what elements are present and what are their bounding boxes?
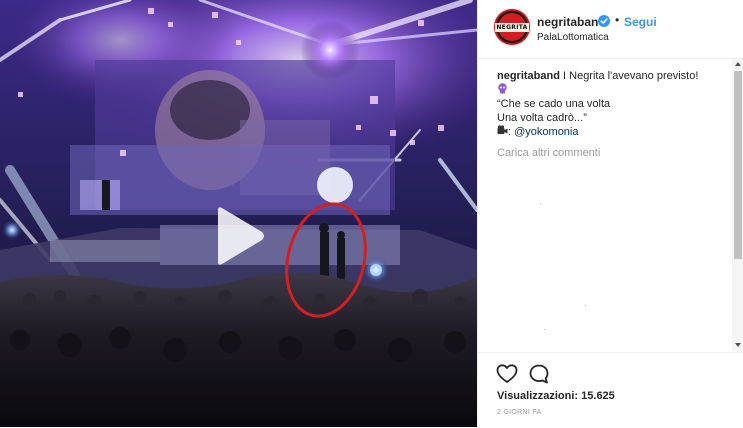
- post-sidebar: NEGRITA negritaband • Segui PalaLottomat…: [477, 0, 743, 427]
- caption-line: negritaband I Negrita l'avevano previsto…: [497, 69, 727, 83]
- quote-line-1: “Che se cado una volta: [497, 98, 611, 110]
- purple-skull-emoji-icon: [498, 83, 507, 94]
- post-timestamp[interactable]: 2 GIORNI FA: [497, 409, 542, 416]
- avatar-logo-text: NEGRITA: [495, 22, 529, 32]
- username-link[interactable]: negritaband: [537, 15, 606, 29]
- post-header: NEGRITA negritaband • Segui PalaLottomat…: [478, 0, 743, 59]
- speck: [585, 305, 586, 306]
- avatar[interactable]: NEGRITA: [494, 9, 530, 45]
- video-camera-emoji-icon: [497, 125, 508, 134]
- credit-separator: :: [508, 126, 512, 138]
- mention-link[interactable]: @yokomonia: [514, 126, 578, 138]
- scroll-thumb[interactable]: [734, 71, 742, 259]
- caption: negritaband I Negrita l'avevano previsto…: [497, 69, 727, 139]
- avatar-logo: NEGRITA: [495, 11, 529, 43]
- scroll-up-arrow-icon[interactable]: [735, 62, 741, 66]
- heart-icon[interactable]: [496, 363, 518, 385]
- verified-badge-icon: [598, 15, 610, 27]
- comments-scrollbar[interactable]: [732, 59, 743, 351]
- post-actions: Visualizzazioni: 15.625 2 GIORNI FA: [478, 352, 743, 428]
- caption-text: I Negrita l'avevano previsto!: [563, 70, 699, 82]
- location-link[interactable]: PalaLottomatica: [537, 32, 609, 43]
- follow-button[interactable]: Segui: [624, 15, 657, 29]
- speech-bubble-icon[interactable]: [528, 363, 550, 385]
- play-icon: [218, 207, 264, 265]
- view-count: Visualizzazioni: 15.625: [497, 390, 615, 402]
- video-player[interactable]: [0, 0, 477, 427]
- caption-emoji-line: [497, 83, 727, 97]
- scroll-down-arrow-icon[interactable]: [735, 343, 741, 347]
- speck: [540, 203, 541, 204]
- play-button[interactable]: [212, 206, 266, 266]
- header-separator: •: [615, 13, 620, 27]
- speck: [544, 329, 545, 330]
- quote-line-2: Una volta cadrò...”: [497, 112, 587, 124]
- credit-line: : @yokomonia: [497, 125, 727, 139]
- caption-username[interactable]: negritaband: [497, 70, 560, 82]
- load-more-comments-link[interactable]: Carica altri commenti: [497, 147, 600, 159]
